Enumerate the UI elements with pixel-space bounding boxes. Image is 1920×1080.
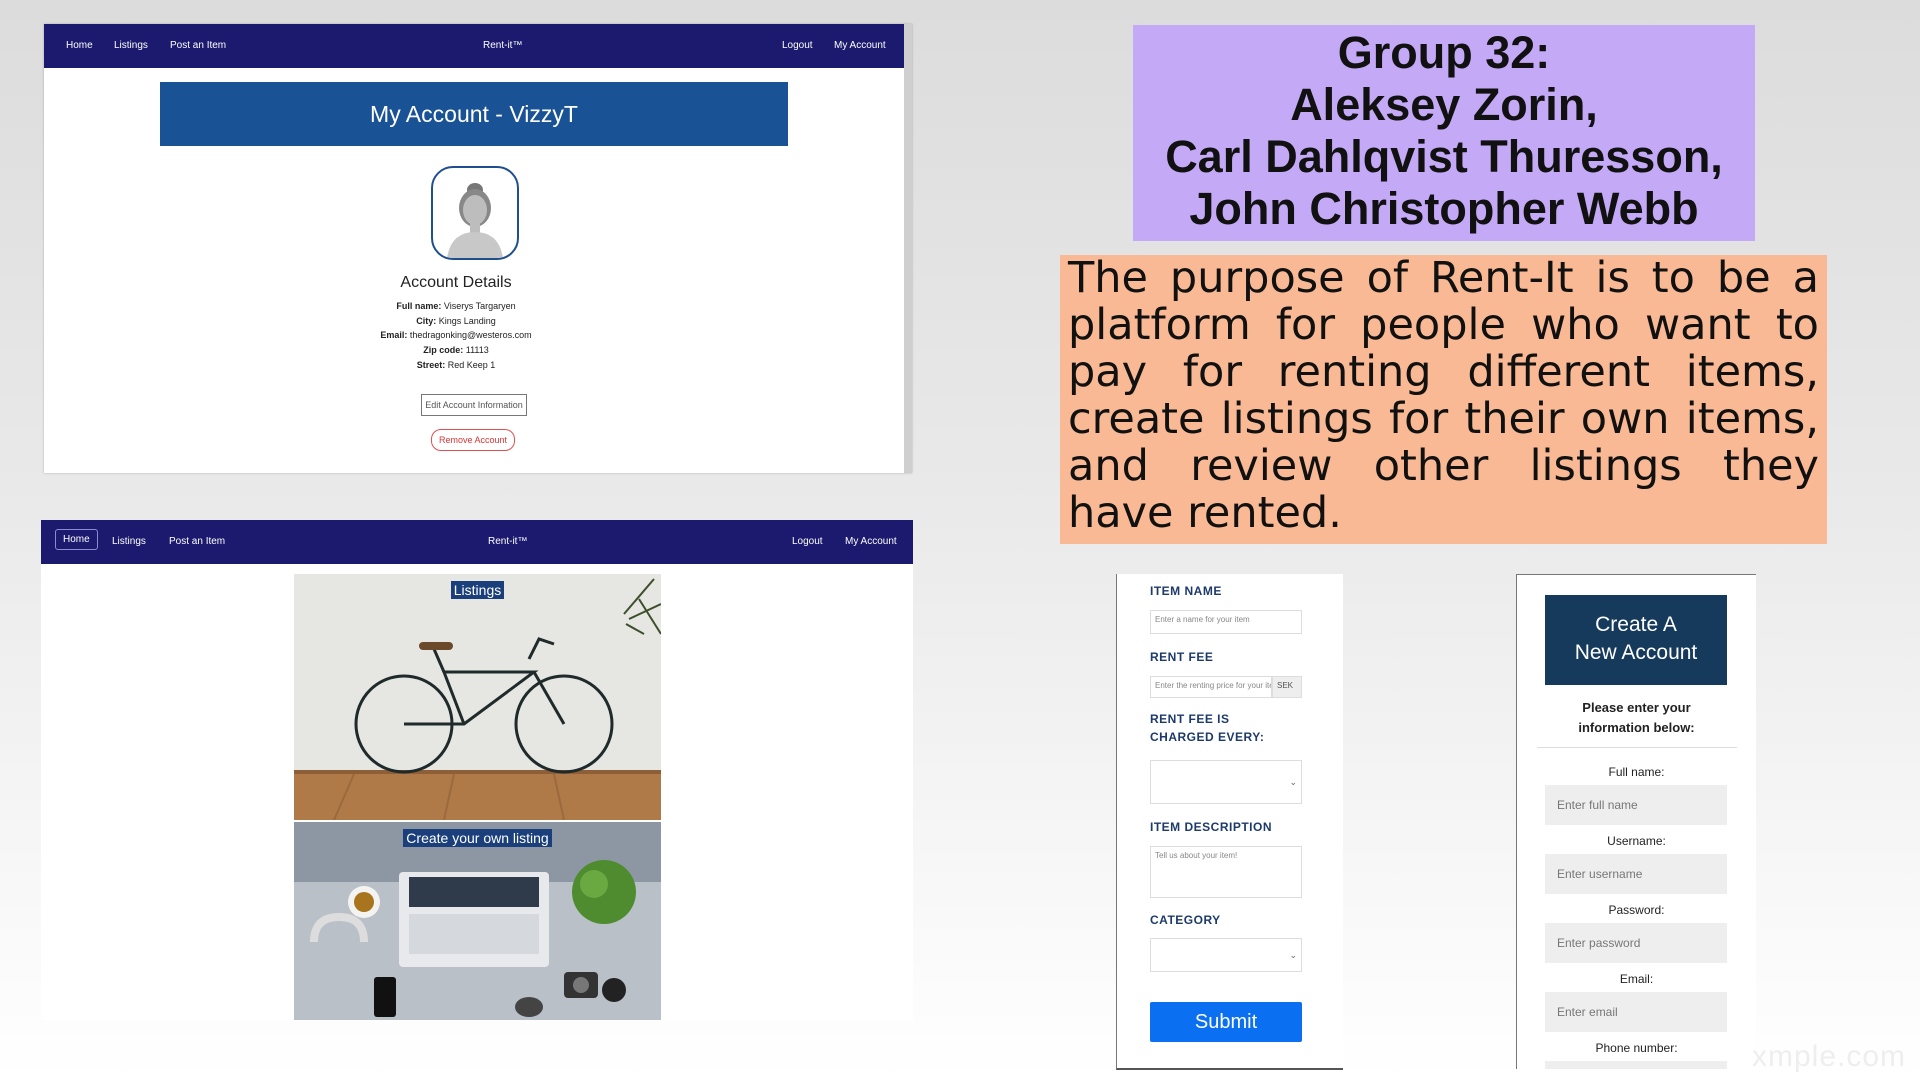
rent-fee-input[interactable]: Enter the renting price for your item <box>1150 676 1272 698</box>
nav-brand[interactable]: Rent-it™ <box>483 40 522 51</box>
nav-my-account[interactable]: My Account <box>834 40 886 51</box>
remove-account-button[interactable]: Remove Account <box>431 429 515 451</box>
nav-home[interactable]: Home <box>66 40 93 51</box>
group-title-line: Group 32: <box>1337 27 1551 78</box>
create-account-screenshot: Create A New Account Please enter your i… <box>1516 574 1756 1069</box>
detail-zip: Zip code: 11113 <box>423 345 489 355</box>
item-name-input[interactable]: Enter a name for your item <box>1150 610 1302 634</box>
rent-fee-charged-label: RENT FEE IS CHARGED EVERY: <box>1150 712 1265 744</box>
create-listing-tile-label: Create your own listing <box>294 829 661 847</box>
submit-button[interactable]: Submit <box>1150 1002 1302 1042</box>
rent-fee-label: RENT FEE <box>1150 650 1214 664</box>
group-member-line: Carl Dahlqvist Thuresson, <box>1165 131 1723 182</box>
scrollbar[interactable] <box>904 24 912 473</box>
email-input[interactable]: Enter email <box>1545 992 1727 1032</box>
listings-tile-label: Listings <box>294 581 661 599</box>
bicycle-photo <box>294 574 661 820</box>
avatar <box>431 166 519 260</box>
phone-number-input[interactable] <box>1545 1061 1727 1069</box>
item-description-textarea[interactable]: Tell us about your item! <box>1150 846 1302 898</box>
detail-city: City: Kings Landing <box>416 316 496 326</box>
account-details-title: Account Details <box>400 274 512 291</box>
navbar: Home Listings Post an Item Rent-it™ Logo… <box>44 24 904 68</box>
group-member-line: Aleksey Zorin, <box>1290 79 1598 130</box>
create-listing-tile[interactable]: Create your own listing <box>294 822 661 1020</box>
full-name-label: Full name: <box>1608 765 1665 779</box>
home-screenshot: Home Listings Post an Item Rent-it™ Logo… <box>41 520 913 1020</box>
post-item-form-screenshot: ITEM NAME Enter a name for your item REN… <box>1116 574 1343 1070</box>
category-select[interactable]: ⌄ <box>1150 938 1302 972</box>
nav-listings[interactable]: Listings <box>112 536 146 547</box>
account-banner: My Account - VizzyT <box>160 82 788 146</box>
charge-period-select[interactable]: ⌄ <box>1150 760 1302 804</box>
item-name-label: ITEM NAME <box>1150 584 1222 598</box>
nav-post-item[interactable]: Post an Item <box>170 40 226 51</box>
detail-email: Email: thedragonking@westeros.com <box>380 330 532 340</box>
full-name-input[interactable]: Enter full name <box>1545 785 1727 825</box>
create-account-header: Create A New Account <box>1545 595 1727 685</box>
nav-brand[interactable]: Rent-it™ <box>488 536 527 547</box>
group-title-box: Group 32: Aleksey Zorin, Carl Dahlqvist … <box>1133 25 1755 241</box>
nav-logout[interactable]: Logout <box>782 40 813 51</box>
listings-tile[interactable]: Listings <box>294 574 661 820</box>
navbar: Home Listings Post an Item Rent-it™ Logo… <box>41 520 913 564</box>
chevron-down-icon: ⌄ <box>1289 950 1297 960</box>
group-member-line: John Christopher Webb <box>1189 183 1699 234</box>
nav-post-item[interactable]: Post an Item <box>169 536 225 547</box>
nav-my-account[interactable]: My Account <box>845 536 897 547</box>
my-account-screenshot: Home Listings Post an Item Rent-it™ Logo… <box>44 24 912 473</box>
nav-logout[interactable]: Logout <box>792 536 823 547</box>
desk-photo <box>294 822 661 1020</box>
password-label: Password: <box>1608 903 1665 917</box>
nav-listings[interactable]: Listings <box>114 40 148 51</box>
chevron-down-icon: ⌄ <box>1289 777 1297 787</box>
category-label: CATEGORY <box>1150 913 1221 927</box>
project-description: The purpose of Rent-It is to be a platfo… <box>1060 255 1827 544</box>
edit-account-button[interactable]: Edit Account Information <box>421 394 527 416</box>
username-label: Username: <box>1607 834 1666 848</box>
detail-full-name: Full name: Viserys Targaryen <box>396 301 516 311</box>
item-description-label: ITEM DESCRIPTION <box>1150 820 1273 834</box>
detail-street: Street: Red Keep 1 <box>416 360 496 370</box>
username-input[interactable]: Enter username <box>1545 854 1727 894</box>
currency-label: SEK <box>1272 676 1302 698</box>
password-input[interactable]: Enter password <box>1545 923 1727 963</box>
nav-home[interactable]: Home <box>55 529 98 550</box>
watermark: xmple.com <box>1752 1040 1907 1073</box>
divider <box>1537 747 1737 748</box>
phone-number-label: Phone number: <box>1595 1041 1678 1055</box>
signup-intro-text: Please enter your information below: <box>1578 700 1695 735</box>
email-label: Email: <box>1619 972 1654 986</box>
